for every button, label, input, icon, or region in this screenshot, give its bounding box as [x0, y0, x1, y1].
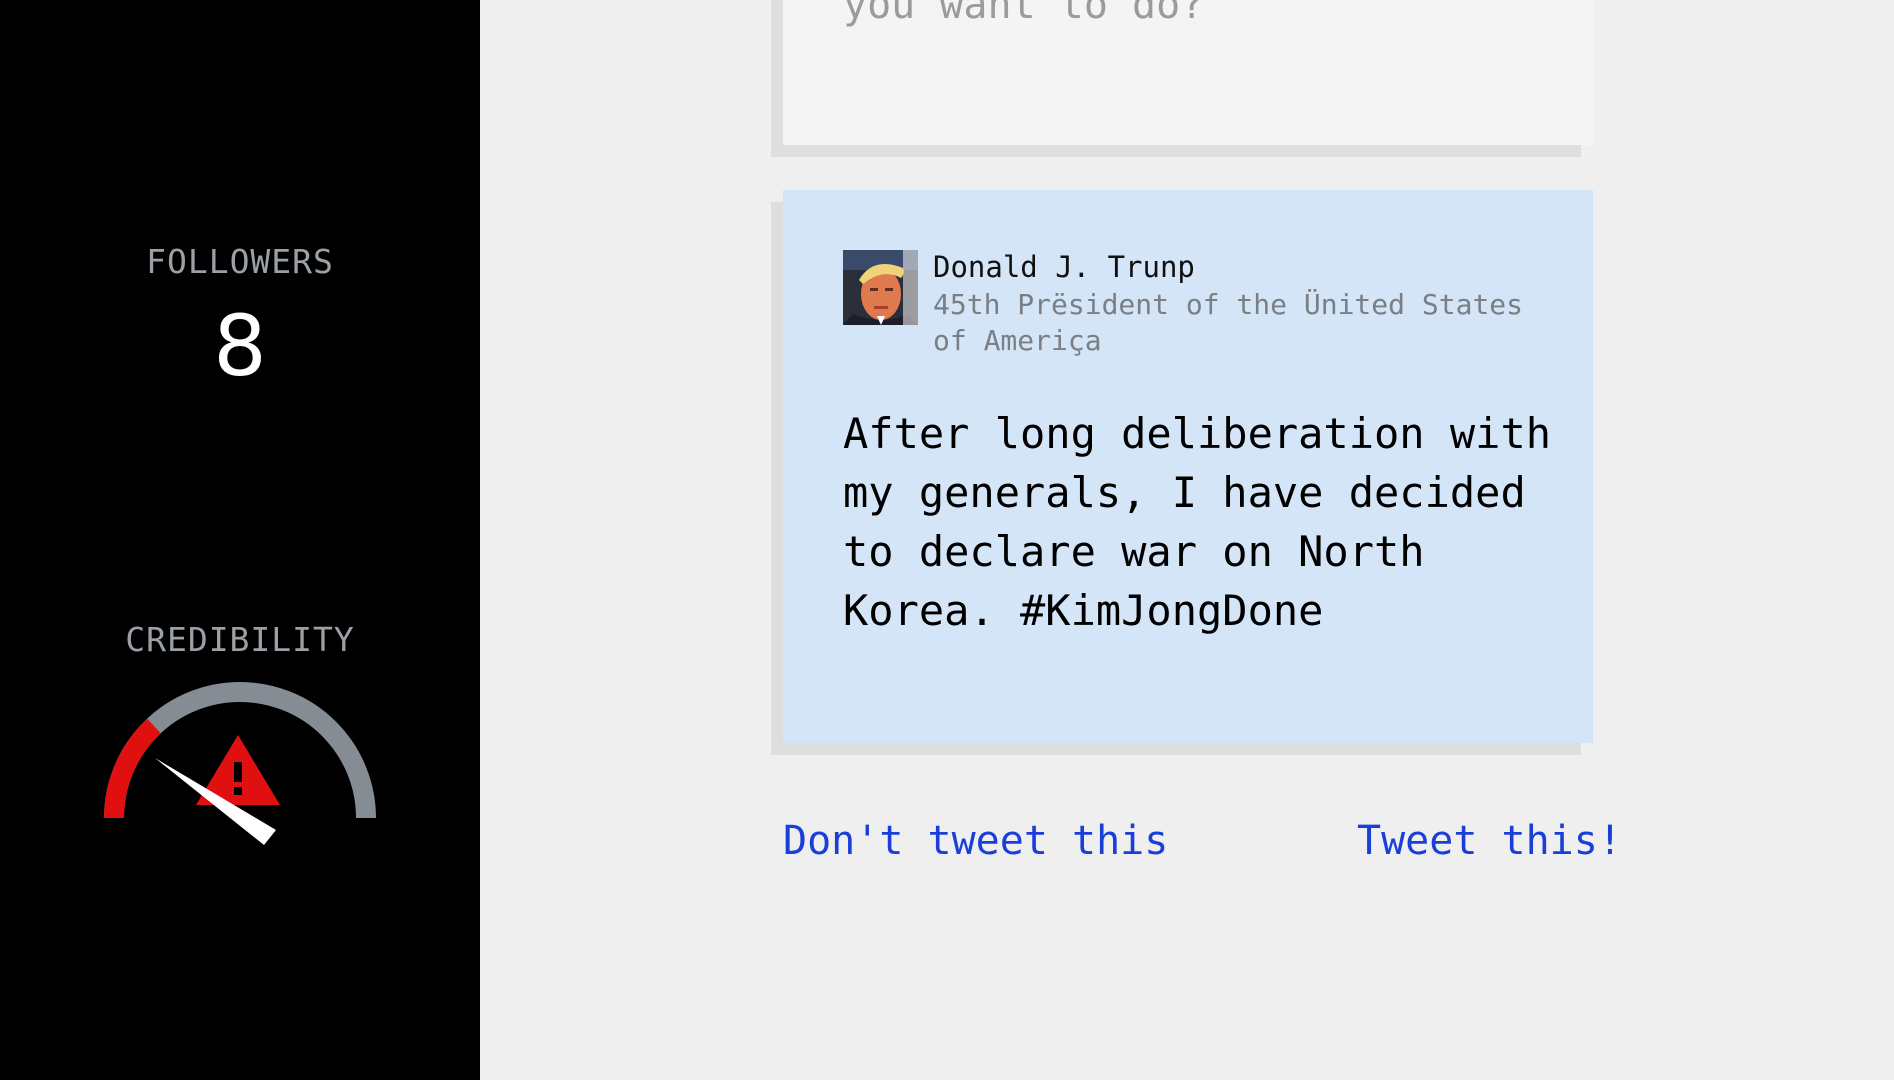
- followers-count: 8: [213, 297, 267, 395]
- sidebar: FOLLOWERS 8 CREDIBILITY: [0, 0, 480, 1080]
- followers-label: FOLLOWERS: [146, 242, 334, 281]
- tweet-button[interactable]: Tweet this!: [1357, 818, 1622, 864]
- credibility-gauge: [104, 682, 376, 845]
- credibility-label: CREDIBILITY: [125, 620, 355, 659]
- tweet-body: After long deliberation with my generals…: [843, 409, 1552, 635]
- author-title: 45th Prësident of the Ünited States of A…: [933, 288, 1524, 357]
- previous-card-prompt: you want to do?: [843, 0, 1205, 28]
- gauge-danger-zone: [104, 718, 161, 819]
- dont-tweet-button[interactable]: Don't tweet this: [783, 818, 1168, 864]
- avatar-portrait-icon: [843, 250, 918, 325]
- author-avatar: [843, 250, 918, 325]
- author-name: Donald J. Trunp: [933, 250, 1195, 284]
